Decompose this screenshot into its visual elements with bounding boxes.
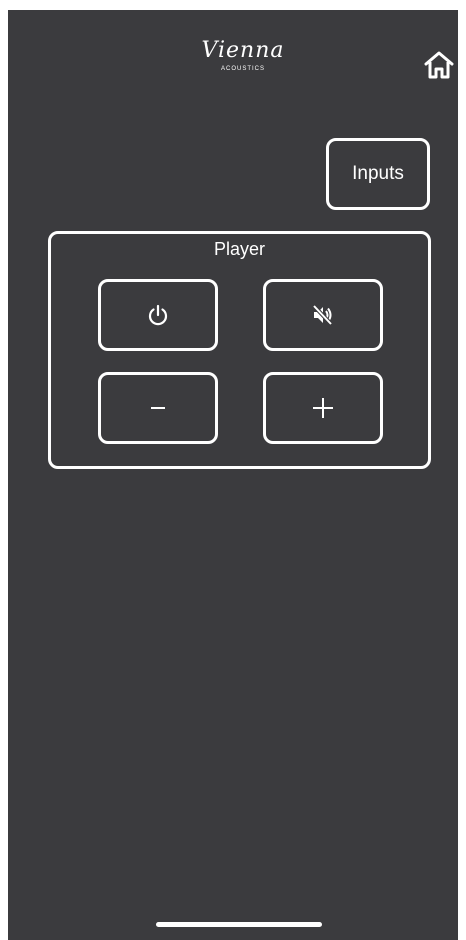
- home-icon: [424, 51, 454, 79]
- brand-logo: Vienna ACOUSTICS: [198, 38, 288, 90]
- volume-down-button[interactable]: [98, 372, 218, 444]
- minus-icon: [151, 407, 165, 409]
- player-panel: Player: [48, 231, 431, 469]
- speaker-muted-icon: [312, 305, 333, 325]
- inputs-button-label: Inputs: [352, 163, 404, 184]
- brand-logo-script: Vienna: [201, 38, 285, 63]
- home-button[interactable]: [421, 47, 457, 83]
- home-indicator-bar[interactable]: [156, 922, 322, 927]
- inputs-button[interactable]: Inputs: [326, 138, 430, 210]
- volume-up-button[interactable]: [263, 372, 383, 444]
- app-screen: Vienna ACOUSTICS Inputs Player: [8, 10, 458, 940]
- power-button[interactable]: [98, 279, 218, 351]
- power-icon: [148, 304, 168, 326]
- brand-logo-subtitle: ACOUSTICS: [220, 66, 265, 72]
- mute-button[interactable]: [263, 279, 383, 351]
- player-title: Player: [213, 239, 266, 259]
- plus-icon: [313, 398, 333, 418]
